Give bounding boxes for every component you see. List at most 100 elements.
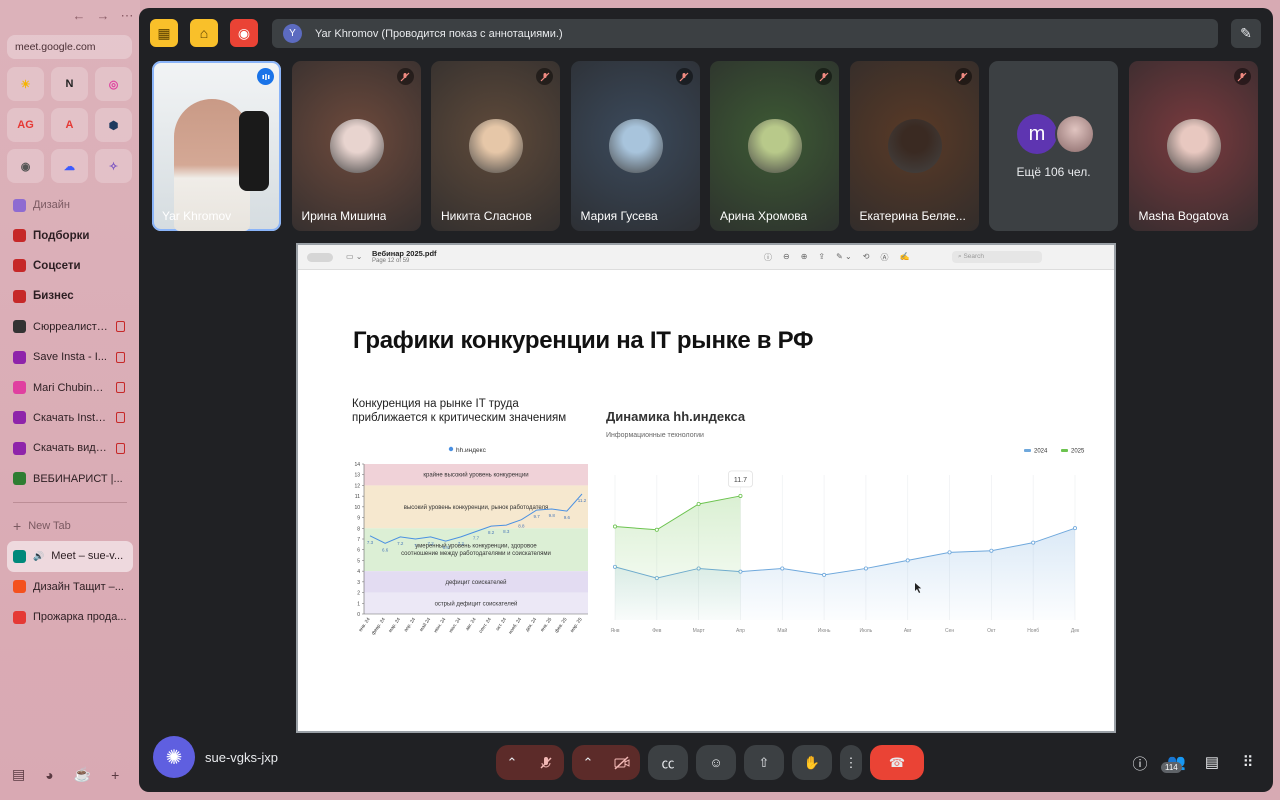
participant-tile[interactable]: Мария Гусева <box>570 61 700 231</box>
data-point[interactable] <box>738 493 743 498</box>
pinned-site-icon[interactable]: ⬢ <box>95 108 132 142</box>
participant-tile[interactable]: Yar Khromov <box>152 61 281 231</box>
data-point[interactable] <box>905 558 910 563</box>
chat-icon[interactable]: ▤ <box>1203 753 1221 788</box>
sidebar-item[interactable]: Mari Chubina |... <box>7 372 133 402</box>
x-tick-label: Июнь <box>818 628 831 634</box>
sidebar-toggle-icon[interactable]: ▭ ⌄ <box>346 252 362 261</box>
legend-marker <box>448 446 454 452</box>
sidebar-item-label: Скачать виде... <box>33 442 109 455</box>
info-icon[interactable]: ⓘ <box>764 252 772 263</box>
tab-item[interactable]: Прожарка прода... <box>7 602 133 632</box>
raise-hand-icon[interactable]: ✋ <box>792 745 832 780</box>
sidebar-item-label: Скачать Insta... <box>33 411 109 424</box>
sign-icon[interactable]: ✍ <box>899 252 909 263</box>
present-screen-icon[interactable]: ⇧ <box>744 745 784 780</box>
data-point[interactable] <box>822 572 827 577</box>
data-point[interactable] <box>947 550 952 555</box>
pinned-site-icon[interactable]: AG <box>7 108 44 142</box>
activity-icon[interactable]: ✺ <box>153 736 195 778</box>
sidebar-item-label: ВЕБИНАРИСТ |... <box>33 472 123 485</box>
participant-tile[interactable]: Екатерина Беляе... <box>849 61 979 231</box>
participant-tile[interactable]: Арина Хромова <box>710 61 839 231</box>
pinned-site-icon[interactable]: ✧ <box>95 149 132 183</box>
annotate-pen-icon[interactable]: ✎ <box>1231 19 1261 48</box>
people-icon[interactable]: 👥114 <box>1161 753 1186 788</box>
tab-label: Прожарка прода... <box>33 611 127 624</box>
mic-options-icon[interactable]: ⌃ <box>496 745 528 780</box>
highlight-icon[interactable]: Ⓐ <box>880 252 888 263</box>
sidebar-item[interactable]: Скачать Insta... <box>7 403 133 433</box>
camera-off-icon[interactable] <box>604 745 640 780</box>
share-icon[interactable]: ⇪ <box>818 252 825 263</box>
sidebar-item[interactable]: Соцсети <box>7 251 133 281</box>
pdf-search-input[interactable]: ⌕ Search <box>952 251 1042 263</box>
pinned-site-icon[interactable]: ◎ <box>95 67 132 101</box>
participant-name: Masha Bogatova <box>1138 209 1229 223</box>
data-point[interactable] <box>654 527 659 532</box>
forward-icon[interactable]: → <box>96 8 110 24</box>
site-favicon-icon <box>13 198 26 212</box>
more-participants-tile[interactable]: m Ещё 106 чел. <box>989 61 1118 231</box>
data-point[interactable] <box>863 566 868 571</box>
participant-tile[interactable]: Никита Сласнов <box>431 61 560 231</box>
tab-item[interactable]: Дизайн Тащит –... <box>7 572 133 602</box>
sidebar-item[interactable]: Бизнес <box>7 281 133 311</box>
rotate-icon[interactable]: ⟲ <box>863 252 870 263</box>
record-icon[interactable]: ◉ <box>230 19 258 47</box>
audio-playing-icon[interactable]: 🔊 <box>33 551 44 562</box>
zoom-out-icon[interactable]: ⊖ <box>783 252 790 263</box>
profile-icon[interactable]: ☕ <box>74 766 91 783</box>
sidebar-item-label: Бизнес <box>33 290 74 303</box>
sidebar-item[interactable]: Подборки <box>7 220 133 250</box>
data-point[interactable] <box>696 502 701 507</box>
sidebar-item[interactable]: Дизайн <box>7 190 133 220</box>
side-controls: ⓘ 👥114 ▤ ⠿ <box>1131 753 1257 788</box>
tab-item[interactable]: 🔊 Meet – sue-v... <box>7 541 133 572</box>
pinned-site-icon[interactable]: ☁ <box>51 149 88 183</box>
space-icon[interactable]: ◕ <box>45 767 53 783</box>
camera-options-icon[interactable]: ⌃ <box>572 745 604 780</box>
sidebar-item[interactable]: Скачать виде... <box>7 433 133 463</box>
more-options-icon[interactable]: ⋮ <box>840 745 862 780</box>
y-tick-label: 8 <box>357 526 360 532</box>
emoji-icon[interactable]: ☺ <box>696 745 736 780</box>
sidebar-item[interactable]: Сюрреалисти... <box>7 312 133 342</box>
zoom-in-icon[interactable]: ⊕ <box>801 252 808 263</box>
back-icon[interactable]: ← <box>72 8 86 24</box>
participant-tile[interactable]: Masha Bogatova <box>1128 61 1258 231</box>
sidebar-item[interactable]: Save Insta - I... <box>7 342 133 372</box>
window-controls[interactable] <box>307 253 333 262</box>
captions-icon[interactable]: ㏄ <box>648 745 688 780</box>
sidebar-item[interactable]: ВЕБИНАРИСТ |... <box>7 464 133 494</box>
participant-avatar <box>1166 119 1221 173</box>
pinned-site-icon[interactable]: N <box>51 67 88 101</box>
data-point[interactable] <box>780 566 785 571</box>
shared-screen: ▭ ⌄ Вебинар 2025.pdf Page 12 of 59 ⓘ ⊖ ⊕… <box>296 243 1116 733</box>
participant-tile[interactable]: Ирина Мишина <box>291 61 421 231</box>
mic-off-icon[interactable] <box>528 745 564 780</box>
meeting-details-icon[interactable]: ⓘ <box>1131 753 1149 788</box>
sidebar-bottom: ▤ ◕ ☕ + <box>12 766 119 783</box>
pinned-site-icon[interactable]: A <box>51 108 88 142</box>
participant-name: Мария Гусева <box>580 209 658 223</box>
data-point[interactable] <box>1031 540 1036 545</box>
pinned-site-icon[interactable]: ☀ <box>7 67 44 101</box>
url-bar[interactable]: meet.google.com <box>7 35 132 59</box>
call-controls: ⌃ ⌃ ㏄ ☺ ⇧ ✋ ⋮ ☎ <box>496 745 924 780</box>
markup-pen-icon[interactable]: ✎ ⌄ <box>836 252 852 263</box>
pinned-site-icon[interactable]: ◉ <box>7 149 44 183</box>
legend-label: 2025 <box>1071 449 1085 455</box>
band-label: высокий уровень конкуренции, рынок работ… <box>404 504 549 511</box>
data-point[interactable] <box>1072 526 1077 531</box>
activities-grid-icon[interactable]: ⠿ <box>1239 753 1257 788</box>
exit-door-icon[interactable]: ⌂ <box>190 19 218 47</box>
library-icon[interactable]: ▤ <box>12 766 25 783</box>
annotation-off-icon[interactable]: ▦ <box>150 19 178 47</box>
more-menu-icon[interactable]: ⋯ <box>120 8 134 24</box>
data-point[interactable] <box>612 524 617 529</box>
new-tab-button[interactable]: + New Tab <box>7 511 133 541</box>
leave-call-icon[interactable]: ☎ <box>870 745 924 780</box>
data-point[interactable] <box>989 548 994 553</box>
add-icon[interactable]: + <box>111 767 119 783</box>
